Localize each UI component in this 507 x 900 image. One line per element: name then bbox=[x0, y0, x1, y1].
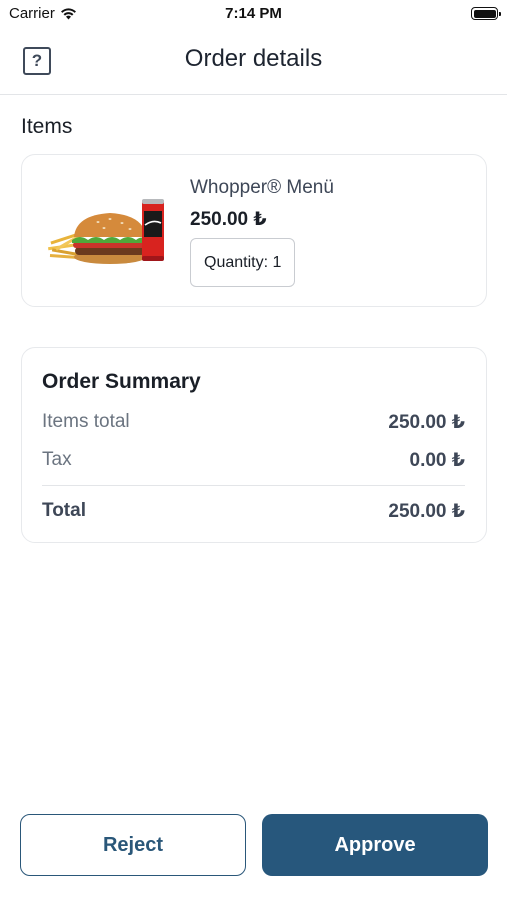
reject-button[interactable]: Reject bbox=[20, 814, 246, 876]
burger-menu-image bbox=[48, 199, 164, 264]
items-total-label: Items total bbox=[42, 411, 130, 432]
summary-divider bbox=[42, 485, 465, 486]
order-summary-card: Order Summary Items total 250.00 ₺ Tax 0… bbox=[21, 347, 487, 543]
drink-can-graphic bbox=[142, 199, 164, 261]
items-total-row: Items total 250.00 ₺ bbox=[42, 411, 465, 434]
status-bar: Carrier 7:14 PM bbox=[0, 0, 507, 28]
total-value: 250.00 ₺ bbox=[388, 501, 465, 522]
order-summary-title: Order Summary bbox=[42, 370, 201, 393]
item-name: Whopper® Menü bbox=[190, 177, 334, 198]
order-details-screen: Carrier 7:14 PM ? Order details Items Wh… bbox=[0, 0, 507, 900]
items-total-value: 250.00 ₺ bbox=[388, 412, 465, 433]
navigation-bar: ? Order details bbox=[0, 28, 507, 95]
clock: 7:14 PM bbox=[225, 5, 282, 22]
quantity-button[interactable]: Quantity: 1 bbox=[190, 238, 296, 287]
approve-button[interactable]: Approve bbox=[262, 814, 488, 876]
total-label: Total bbox=[42, 500, 86, 521]
total-row: Total 250.00 ₺ bbox=[42, 500, 465, 523]
tax-row: Tax 0.00 ₺ bbox=[42, 449, 465, 472]
quantity-label: Quantity: 1 bbox=[204, 253, 282, 271]
items-section-title: Items bbox=[21, 115, 73, 138]
order-item-card: Whopper® Menü 250.00 ₺ Quantity: 1 bbox=[21, 154, 487, 307]
item-price: 250.00 ₺ bbox=[190, 209, 267, 230]
tax-value: 0.00 ₺ bbox=[409, 450, 465, 471]
tax-label: Tax bbox=[42, 449, 72, 470]
battery-icon bbox=[471, 7, 501, 20]
burger-graphic bbox=[72, 213, 148, 264]
page-title: Order details bbox=[184, 45, 323, 72]
